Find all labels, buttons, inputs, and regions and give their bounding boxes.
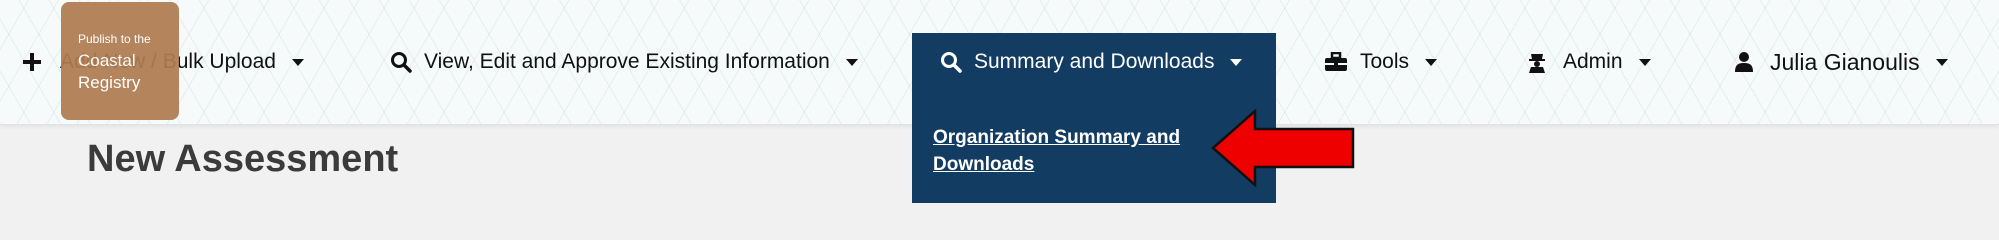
nav-user[interactable]: Julia Gianoulis bbox=[1734, 0, 1948, 124]
toolbox-icon bbox=[1325, 52, 1347, 71]
coastal-registry-logo[interactable]: Publish to the Coastal Registry bbox=[61, 2, 179, 120]
user-icon bbox=[1735, 52, 1753, 72]
chevron-down-icon bbox=[1230, 58, 1243, 66]
nav-user-label: Julia Gianoulis bbox=[1770, 48, 1920, 75]
chevron-down-icon bbox=[291, 58, 304, 66]
admin-icon bbox=[1529, 54, 1545, 73]
nav-admin-label: Admin bbox=[1563, 50, 1623, 73]
search-icon bbox=[391, 52, 412, 73]
nav-admin[interactable]: Admin bbox=[1527, 0, 1651, 124]
chevron-down-icon bbox=[1425, 58, 1438, 66]
logo-line1: Publish to the bbox=[78, 32, 151, 46]
nav-summary-label: Summary and Downloads bbox=[974, 50, 1215, 73]
search-icon bbox=[941, 52, 962, 73]
nav-view-edit-label: View, Edit and Approve Existing Informat… bbox=[424, 50, 830, 73]
page-title: New Assessment bbox=[87, 138, 399, 180]
nav-tools-label: Tools bbox=[1360, 50, 1410, 73]
menu-item-organization-summary[interactable]: Organization Summary and Downloads bbox=[933, 124, 1233, 178]
chevron-down-icon bbox=[845, 58, 858, 66]
chevron-down-icon bbox=[1935, 58, 1948, 66]
nav-tools[interactable]: Tools bbox=[1324, 0, 1438, 124]
logo-line2: Coastal bbox=[78, 51, 136, 70]
nav-view-edit[interactable]: View, Edit and Approve Existing Informat… bbox=[390, 0, 858, 124]
chevron-down-icon bbox=[1638, 58, 1651, 66]
plus-icon bbox=[23, 53, 41, 71]
annotation-arrow-icon bbox=[1211, 109, 1355, 187]
logo-line3: Registry bbox=[78, 73, 141, 92]
